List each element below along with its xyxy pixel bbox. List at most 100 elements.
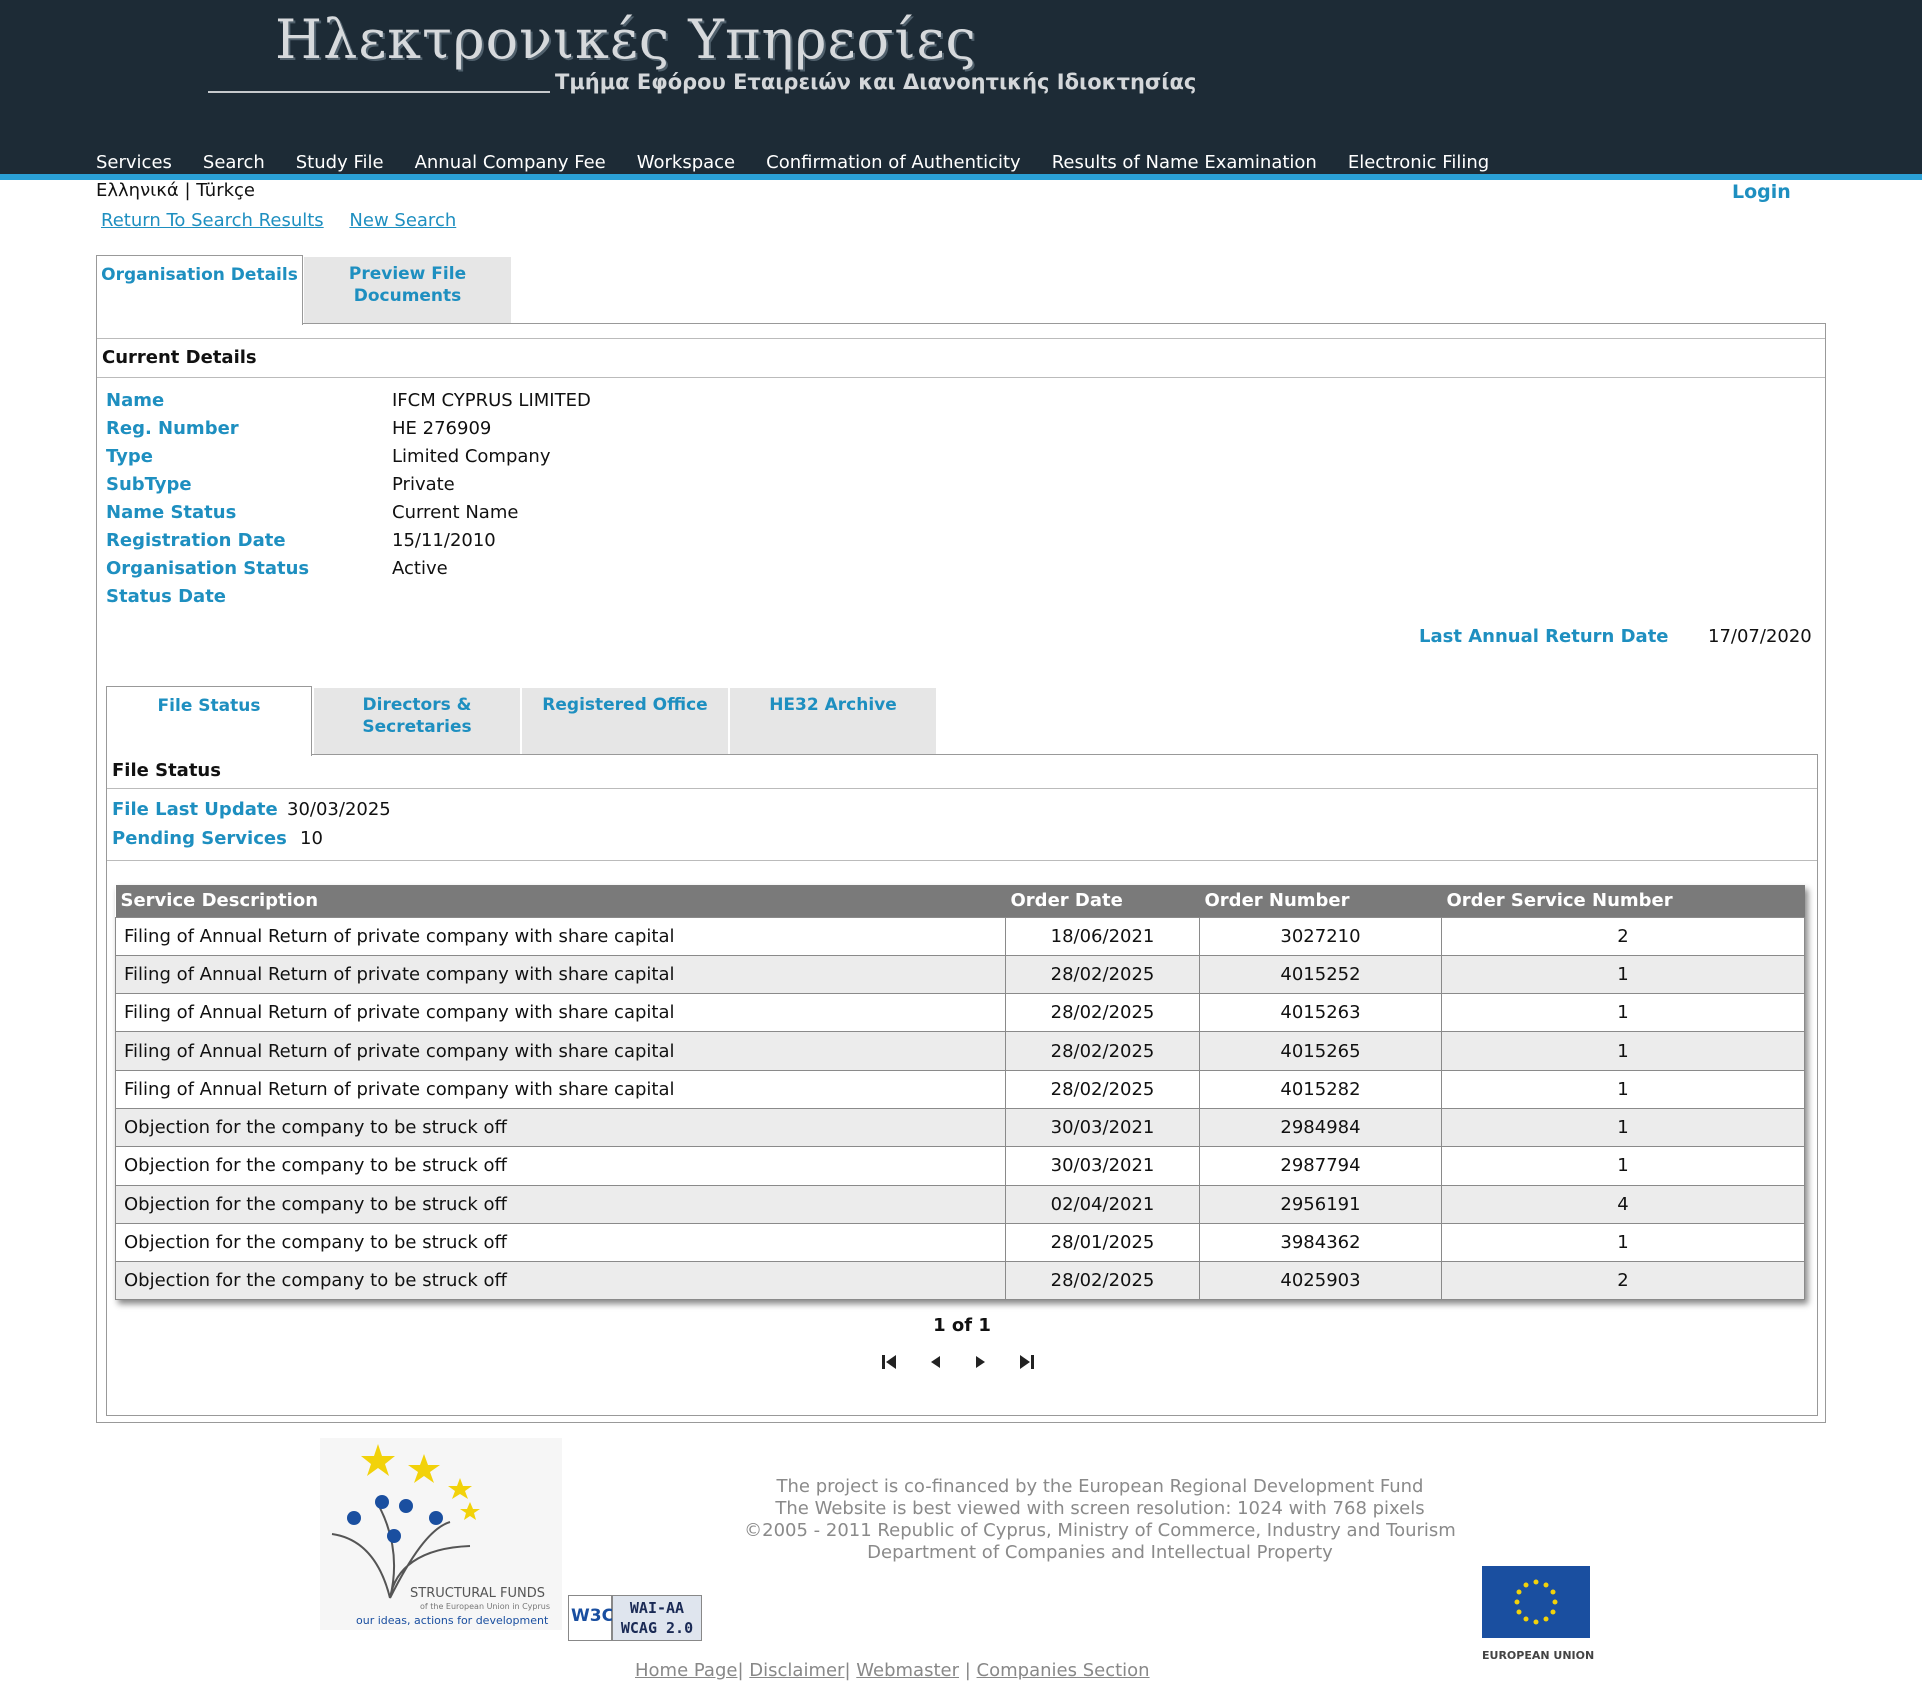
disclaimer-link[interactable]: Disclaimer	[749, 1660, 844, 1681]
nav-study-file[interactable]: Study File	[296, 152, 384, 173]
order-service-number-cell: 1	[1441, 1146, 1805, 1186]
site-subtitle: Τμήμα Εφόρου Εταιρειών και Διανοητικής Ι…	[555, 70, 1197, 94]
eu-caption: EUROPEAN UNION	[1482, 1649, 1595, 1662]
organisation-status-value: Active	[392, 558, 448, 579]
main-nav: Services Search Study File Annual Compan…	[96, 152, 1520, 173]
nav-results-of-name-examination[interactable]: Results of Name Examination	[1052, 152, 1317, 173]
wcag-text: WCAG 2.0	[620, 1619, 694, 1637]
order-number-cell: 4015252	[1199, 954, 1442, 995]
order-number-cell: 4015263	[1199, 993, 1442, 1033]
table-row: Objection for the company to be struck o…	[115, 1184, 1805, 1224]
first-page-icon[interactable]	[877, 1350, 901, 1374]
wai-text: WAI-AA	[629, 1599, 685, 1617]
order-service-number-cell: 1	[1441, 1069, 1805, 1109]
name-value: IFCM CYPRUS LIMITED	[392, 390, 591, 411]
pager-controls	[877, 1350, 1039, 1374]
footer-sep: |	[964, 1660, 971, 1681]
tab-directors-secretaries[interactable]: Directors & Secretaries	[314, 688, 520, 754]
nav-electronic-filing[interactable]: Electronic Filing	[1348, 152, 1489, 173]
order-date-cell: 30/03/2021	[1005, 1146, 1200, 1186]
order-number-cell: 4015265	[1199, 1031, 1442, 1071]
nav-search[interactable]: Search	[203, 152, 265, 173]
order-number-cell: 3027210	[1199, 916, 1442, 956]
eu-logo: EUROPEAN UNION	[1482, 1566, 1594, 1662]
col-order-date: Order Date	[1005, 885, 1200, 917]
status-date-label: Status Date	[106, 586, 227, 607]
table-row: Objection for the company to be struck o…	[115, 1222, 1805, 1263]
last-annual-return-date-value: 17/07/2020	[1708, 626, 1812, 647]
subtype-label: SubType	[106, 474, 192, 495]
w3c-wcag-badge[interactable]: W3C WAI-AA WCAG 2.0	[568, 1595, 702, 1641]
pending-services-value: 10	[300, 828, 323, 849]
nav-annual-company-fee[interactable]: Annual Company Fee	[415, 152, 606, 173]
last-annual-return-date-label: Last Annual Return Date	[1419, 626, 1669, 647]
tab-preview-file-documents[interactable]: Preview File Documents	[304, 257, 511, 323]
companies-section-link[interactable]: Companies Section	[977, 1660, 1150, 1681]
order-service-number-cell: 1	[1441, 993, 1805, 1033]
login-link[interactable]: Login	[1732, 181, 1791, 203]
tab-label: Organisation Details	[101, 265, 298, 285]
file-status-heading: File Status	[107, 755, 1817, 789]
service-description-cell: Objection for the company to be struck o…	[115, 1146, 1006, 1186]
return-to-search-results-link[interactable]: Return To Search Results	[101, 210, 324, 231]
order-number-cell: 2984984	[1199, 1107, 1442, 1148]
table-row: Filing of Annual Return of private compa…	[115, 1031, 1805, 1071]
pending-services-label: Pending Services	[112, 828, 287, 849]
order-service-number-cell: 1	[1441, 1222, 1805, 1263]
order-date-cell: 28/02/2025	[1005, 1031, 1200, 1071]
nav-services[interactable]: Services	[96, 152, 172, 173]
service-description-cell: Filing of Annual Return of private compa…	[115, 1031, 1006, 1071]
home-page-link[interactable]: Home Page	[635, 1660, 737, 1681]
table-row: Objection for the company to be struck o…	[115, 1107, 1805, 1148]
order-date-cell: 28/02/2025	[1005, 1261, 1200, 1301]
name-status-value: Current Name	[392, 502, 519, 523]
tab-label: HE32 Archive	[769, 695, 897, 715]
file-last-update-label: File Last Update	[112, 799, 278, 820]
registration-date-label: Registration Date	[106, 530, 286, 551]
file-last-update-value: 30/03/2025	[287, 799, 391, 820]
order-date-cell: 30/03/2021	[1005, 1107, 1200, 1148]
nav-confirmation-of-authenticity[interactable]: Confirmation of Authenticity	[766, 152, 1021, 173]
footer-line: Department of Companies and Intellectual…	[867, 1542, 1333, 1563]
registration-date-value: 15/11/2010	[392, 530, 496, 551]
order-service-number-cell: 1	[1441, 954, 1805, 995]
new-search-link[interactable]: New Search	[349, 210, 456, 231]
tab-label: Registered Office	[542, 695, 708, 715]
file-status-info: File Last Update 30/03/2025 Pending Serv…	[107, 789, 1817, 861]
order-service-number-cell: 1	[1441, 1031, 1805, 1071]
table-row: Filing of Annual Return of private compa…	[115, 1069, 1805, 1109]
footer-info: The project is co-financed by the Europe…	[650, 1476, 1550, 1564]
pending-services-table: Service Description Order Date Order Num…	[115, 885, 1805, 1301]
footer-line: The project is co-financed by the Europe…	[776, 1476, 1424, 1497]
service-description-cell: Objection for the company to be struck o…	[115, 1184, 1006, 1224]
lang-greek-link[interactable]: Ελληνικά	[96, 180, 179, 201]
table-header-row: Service Description Order Date Order Num…	[115, 885, 1805, 917]
w3c-logo: W3C	[568, 1595, 614, 1641]
previous-page-icon[interactable]	[923, 1350, 947, 1374]
tab-organisation-details[interactable]: Organisation Details	[96, 255, 303, 325]
tab-he32-archive[interactable]: HE32 Archive	[730, 688, 936, 754]
last-page-icon[interactable]	[1015, 1350, 1039, 1374]
order-date-cell: 28/02/2025	[1005, 993, 1200, 1033]
title-underline	[208, 91, 550, 93]
order-date-cell: 02/04/2021	[1005, 1184, 1200, 1224]
lang-turkish-link[interactable]: Türkçe	[196, 180, 255, 201]
file-status-panel: File Status File Last Update 30/03/2025 …	[106, 754, 1818, 1416]
tab-file-status[interactable]: File Status	[106, 686, 312, 756]
webmaster-link[interactable]: Webmaster	[856, 1660, 959, 1681]
nav-workspace[interactable]: Workspace	[637, 152, 735, 173]
tab-registered-office[interactable]: Registered Office	[522, 688, 728, 754]
header-stripe	[0, 174, 1922, 180]
reg-number-value: HE 276909	[392, 418, 492, 439]
type-value: Limited Company	[392, 446, 551, 467]
service-description-cell: Filing of Annual Return of private compa…	[115, 1069, 1006, 1109]
order-number-cell: 4015282	[1199, 1069, 1442, 1109]
next-page-icon[interactable]	[969, 1350, 993, 1374]
service-description-cell: Filing of Annual Return of private compa…	[115, 993, 1006, 1033]
name-label: Name	[106, 390, 165, 411]
order-date-cell: 28/01/2025	[1005, 1222, 1200, 1263]
col-service-description: Service Description	[115, 885, 1006, 917]
search-links: Return To Search Results New Search	[101, 210, 476, 231]
organisation-status-label: Organisation Status	[106, 558, 310, 579]
order-service-number-cell: 1	[1441, 1107, 1805, 1148]
